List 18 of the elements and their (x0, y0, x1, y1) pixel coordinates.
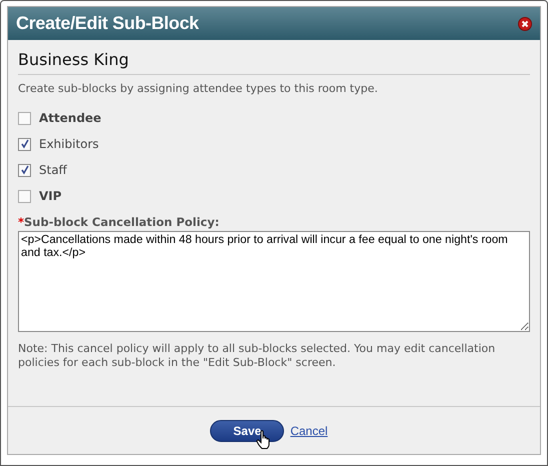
cancel-link[interactable]: Cancel (290, 424, 328, 438)
checkbox-label: Attendee (39, 111, 102, 125)
checkbox[interactable] (18, 164, 31, 176)
required-mark: * (18, 215, 24, 229)
checkbox[interactable] (18, 138, 31, 150)
policy-label: Sub-block Cancellation Policy: (24, 215, 220, 229)
checkbox[interactable] (18, 112, 31, 124)
checkbox[interactable] (18, 190, 31, 202)
checkbox-label: Exhibitors (39, 137, 99, 151)
room-type-heading: Business King (18, 50, 530, 75)
checkbox-label: Staff (39, 163, 67, 177)
policy-field[interactable]: <p>Cancellations made within 48 hours prior to arrival will incur a fee equal to one night's room and tax.</p> (18, 231, 530, 332)
save-button[interactable]: Save (210, 420, 284, 442)
note-text: Note: This cancel policy will apply to all sub-blocks selected. You may edit cancellation policies for each sub-block in the "Edit Sub-Block" screen. (18, 342, 496, 370)
close-icon[interactable] (518, 16, 532, 30)
description-text: Create sub-blocks by assigning attendee types to this room type. (18, 82, 379, 95)
checkbox-label: VIP (39, 189, 62, 203)
dialog-title: Create/Edit Sub-Block (16, 13, 199, 34)
